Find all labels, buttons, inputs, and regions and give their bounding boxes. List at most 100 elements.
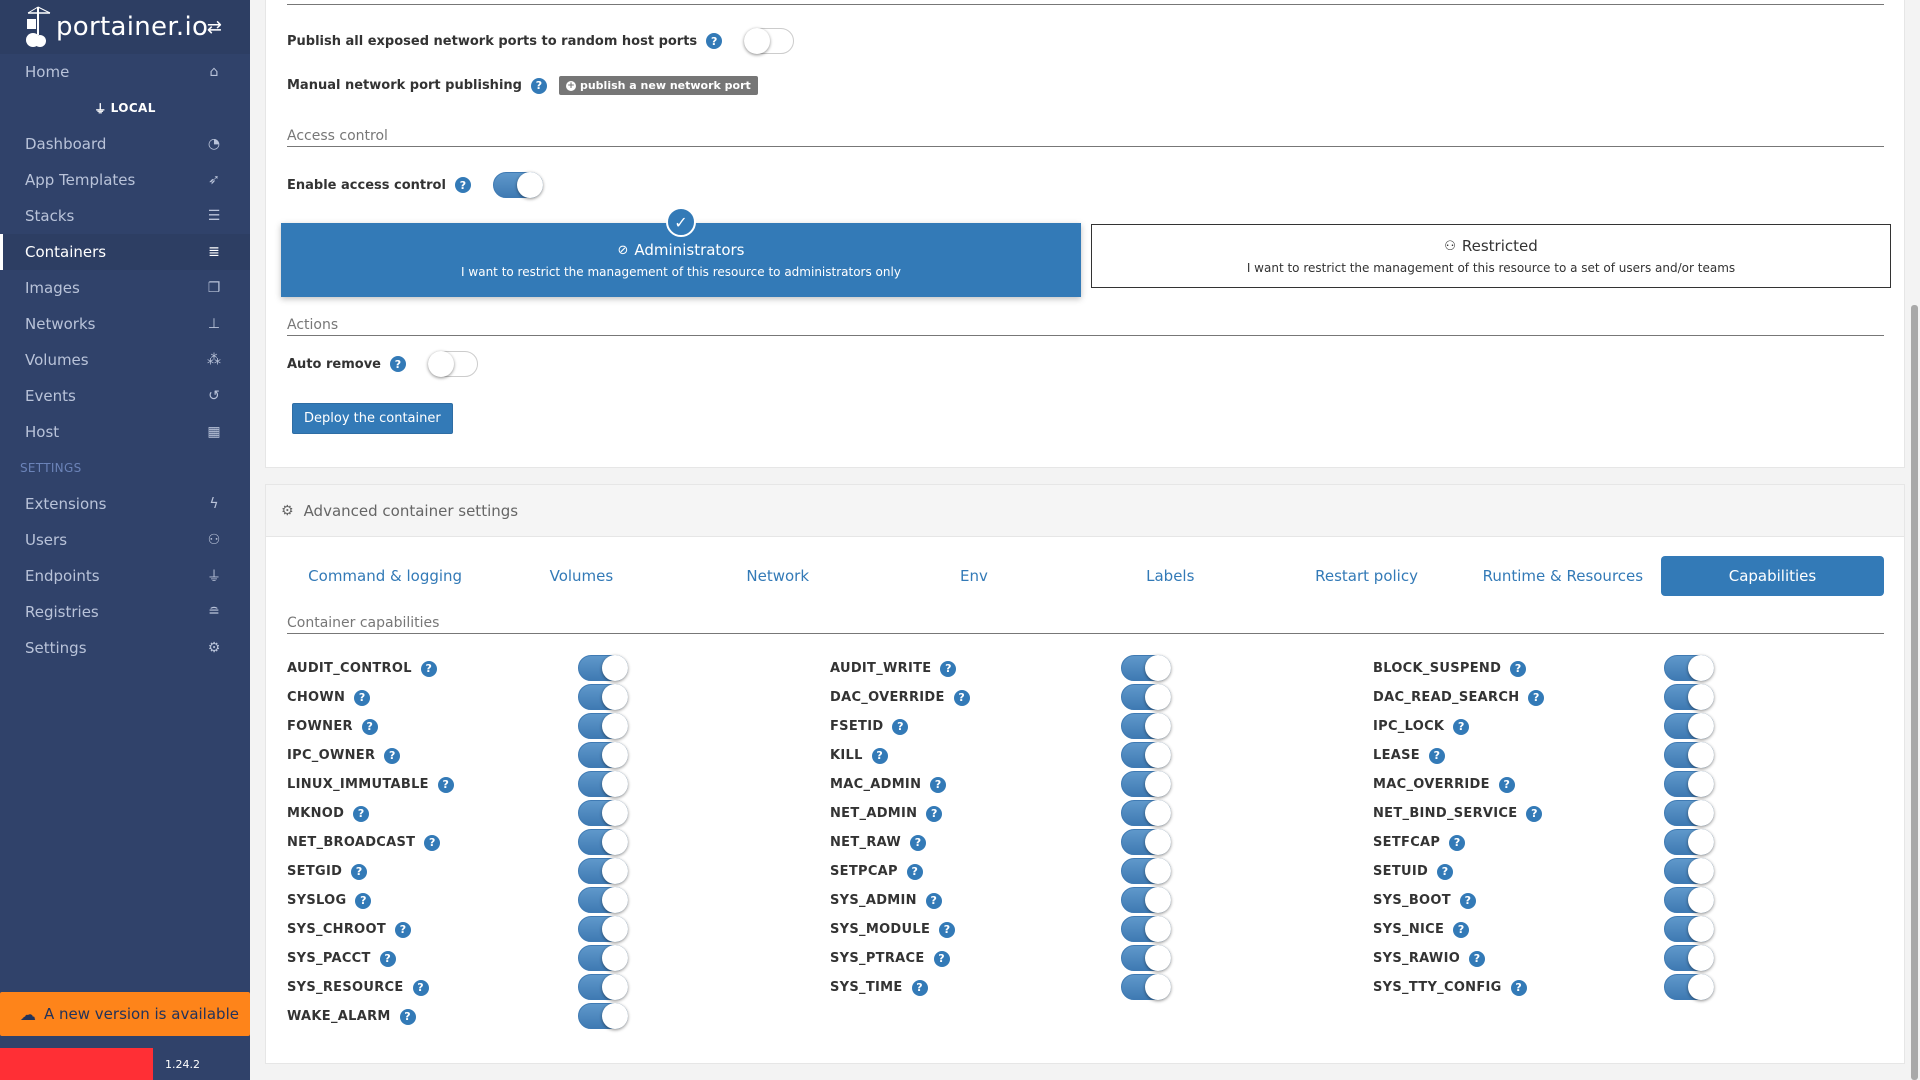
help-icon[interactable]: ?: [361, 718, 378, 735]
capability-toggle[interactable]: [1664, 742, 1714, 768]
help-icon[interactable]: ?: [1437, 863, 1454, 880]
help-icon[interactable]: ?: [1528, 689, 1545, 706]
capability-toggle[interactable]: [1121, 742, 1171, 768]
help-icon[interactable]: ?: [925, 892, 942, 909]
capability-toggle[interactable]: [578, 655, 628, 681]
help-icon[interactable]: ?: [389, 356, 406, 372]
capability-toggle[interactable]: [1664, 800, 1714, 826]
help-icon[interactable]: ?: [379, 950, 396, 967]
sidebar-item-settings[interactable]: Settings ⚙: [0, 630, 250, 666]
capability-toggle[interactable]: [1664, 974, 1714, 1000]
tab-runtime-resources[interactable]: Runtime & Resources: [1465, 556, 1661, 596]
help-icon[interactable]: ?: [926, 805, 943, 822]
tab-network[interactable]: Network: [680, 556, 876, 596]
tab-volumes[interactable]: Volumes: [483, 556, 679, 596]
sidebar-item-images[interactable]: Images ❐: [0, 270, 250, 306]
help-icon[interactable]: ?: [355, 892, 372, 909]
help-icon[interactable]: ?: [354, 689, 371, 706]
help-icon[interactable]: ?: [706, 33, 723, 49]
help-icon[interactable]: ?: [1449, 834, 1466, 851]
help-icon[interactable]: ?: [454, 177, 471, 193]
help-icon[interactable]: ?: [933, 950, 950, 967]
publish-all-toggle[interactable]: [744, 28, 795, 54]
capability-toggle[interactable]: [1121, 974, 1171, 1000]
sidebar-item-dashboard[interactable]: Dashboard ◔: [0, 126, 250, 162]
help-icon[interactable]: ?: [420, 660, 437, 677]
tab-capabilities[interactable]: Capabilities: [1660, 556, 1884, 596]
update-banner[interactable]: ☁ A new version is available: [0, 992, 250, 1036]
capability-toggle[interactable]: [1664, 713, 1714, 739]
sidebar-item-stacks[interactable]: Stacks ☰: [0, 198, 250, 234]
deploy-container-button[interactable]: Deploy the container: [292, 403, 453, 434]
tab-command-logging[interactable]: Command & logging: [287, 556, 483, 596]
access-option-administrators[interactable]: ✓ ⊘ Administrators I want to restrict the…: [281, 207, 1081, 297]
capability-toggle[interactable]: [578, 945, 628, 971]
sidebar-item-endpoints[interactable]: Endpoints ⏚: [0, 558, 250, 594]
capability-toggle[interactable]: [1664, 829, 1714, 855]
help-icon[interactable]: ?: [1459, 892, 1476, 909]
capability-toggle[interactable]: [1121, 916, 1171, 942]
capability-toggle[interactable]: [1121, 771, 1171, 797]
capability-toggle[interactable]: [1121, 713, 1171, 739]
help-icon[interactable]: ?: [351, 863, 368, 880]
sidebar-item-containers[interactable]: Containers ≣: [0, 234, 250, 270]
capability-toggle[interactable]: [1664, 858, 1714, 884]
sidebar-item-volumes[interactable]: Volumes ⁂: [0, 342, 250, 378]
help-icon[interactable]: ?: [424, 834, 441, 851]
help-icon[interactable]: ?: [1469, 950, 1486, 967]
capability-toggle[interactable]: [578, 713, 628, 739]
capability-toggle[interactable]: [1664, 916, 1714, 942]
help-icon[interactable]: ?: [1526, 805, 1543, 822]
access-option-restricted[interactable]: ⚇ Restricted I want to restrict the manag…: [1091, 224, 1891, 288]
capability-toggle[interactable]: [578, 829, 628, 855]
help-icon[interactable]: ?: [1510, 979, 1527, 996]
capability-toggle[interactable]: [1664, 887, 1714, 913]
exchange-icon[interactable]: ⇄: [207, 17, 222, 38]
help-icon[interactable]: ?: [530, 77, 547, 94]
tab-labels[interactable]: Labels: [1072, 556, 1268, 596]
capability-toggle[interactable]: [1121, 829, 1171, 855]
tab-env[interactable]: Env: [876, 556, 1072, 596]
capability-toggle[interactable]: [578, 771, 628, 797]
access-control-toggle[interactable]: [492, 172, 543, 198]
help-icon[interactable]: ?: [940, 660, 957, 677]
capability-toggle[interactable]: [1121, 655, 1171, 681]
capability-toggle[interactable]: [1121, 800, 1171, 826]
capability-toggle[interactable]: [1664, 655, 1714, 681]
capability-toggle[interactable]: [1121, 684, 1171, 710]
sidebar-item-host[interactable]: Host ▦: [0, 414, 250, 450]
help-icon[interactable]: ?: [1510, 660, 1527, 677]
capability-toggle[interactable]: [1664, 771, 1714, 797]
help-icon[interactable]: ?: [906, 863, 923, 880]
scrollbar[interactable]: [1911, 305, 1918, 1080]
capability-toggle[interactable]: [1664, 684, 1714, 710]
help-icon[interactable]: ?: [939, 921, 956, 938]
sidebar-item-app-templates[interactable]: App Templates ➶: [0, 162, 250, 198]
auto-remove-toggle[interactable]: [427, 351, 478, 377]
publish-port-button[interactable]: + publish a new network port: [558, 76, 758, 95]
help-icon[interactable]: ?: [871, 747, 888, 764]
capability-toggle[interactable]: [1121, 887, 1171, 913]
sidebar-item-events[interactable]: Events ↺: [0, 378, 250, 414]
capability-toggle[interactable]: [1121, 945, 1171, 971]
help-icon[interactable]: ?: [953, 689, 970, 706]
capability-toggle[interactable]: [578, 916, 628, 942]
capability-toggle[interactable]: [578, 684, 628, 710]
capability-toggle[interactable]: [1121, 858, 1171, 884]
capability-toggle[interactable]: [578, 887, 628, 913]
sidebar-item-registries[interactable]: Registries ≘: [0, 594, 250, 630]
sidebar-item-home[interactable]: Home ⌂: [0, 54, 250, 90]
help-icon[interactable]: ?: [892, 718, 909, 735]
capability-toggle[interactable]: [578, 974, 628, 1000]
tab-restart-policy[interactable]: Restart policy: [1268, 556, 1464, 596]
help-icon[interactable]: ?: [1453, 921, 1470, 938]
help-icon[interactable]: ?: [412, 979, 429, 996]
sidebar-item-extensions[interactable]: Extensions ϟ: [0, 486, 250, 522]
help-icon[interactable]: ?: [1453, 718, 1470, 735]
sidebar-item-users[interactable]: Users ⚇: [0, 522, 250, 558]
capability-toggle[interactable]: [578, 742, 628, 768]
help-icon[interactable]: ?: [395, 921, 412, 938]
sidebar-item-networks[interactable]: Networks ⊥: [0, 306, 250, 342]
capability-toggle[interactable]: [1664, 945, 1714, 971]
capability-toggle[interactable]: [578, 858, 628, 884]
